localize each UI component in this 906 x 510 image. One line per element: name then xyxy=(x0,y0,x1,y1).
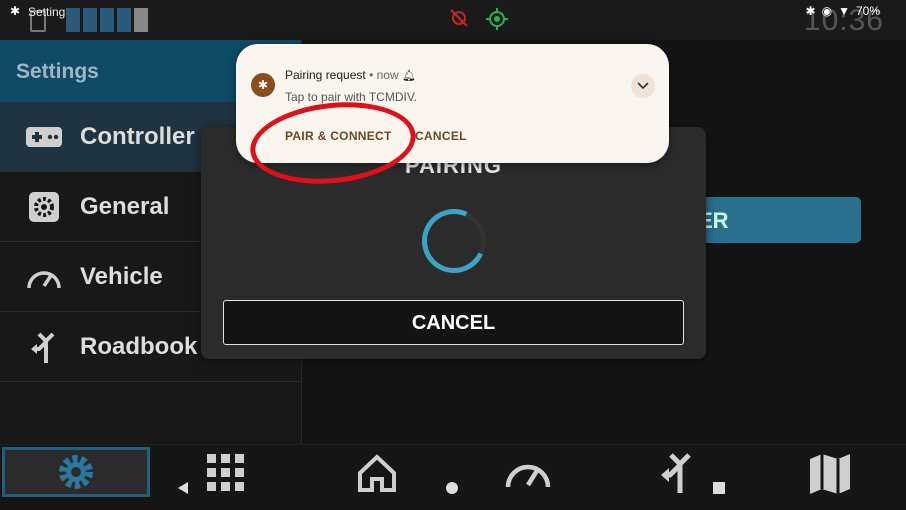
notification-time: • now xyxy=(369,68,399,82)
gear-icon xyxy=(59,455,93,489)
notification-body: Tap to pair with TCMDIV. xyxy=(285,90,418,104)
gear-icon xyxy=(24,190,64,224)
status-icons: ✱ ◉ ▼ 70% xyxy=(806,4,880,18)
notification-title: Pairing request • now 🔔︎ xyxy=(285,68,416,82)
pair-and-connect-button[interactable]: PAIR & CONNECT xyxy=(285,129,392,143)
sidebar-item-label: Vehicle xyxy=(80,262,163,290)
back-triangle-icon[interactable] xyxy=(176,481,190,495)
speedometer-icon[interactable] xyxy=(503,453,553,493)
sidebar-item-label: Controller xyxy=(80,122,195,150)
location-icon: ◉ xyxy=(821,4,833,18)
gamepad-icon xyxy=(24,120,64,154)
gps-off-icon xyxy=(450,9,468,27)
notification-cancel-button[interactable]: CANCEL xyxy=(415,129,467,143)
pairing-notification[interactable]: ✱ Pairing request • now 🔔︎ Tap to pair w… xyxy=(236,44,669,163)
nav-settings-button[interactable] xyxy=(2,447,150,497)
recents-square-icon[interactable] xyxy=(712,481,726,495)
home-dot-icon[interactable] xyxy=(445,481,459,495)
speedometer-icon xyxy=(24,260,64,294)
alert-bell-icon: 🔔︎ xyxy=(401,70,416,82)
bottom-nav xyxy=(0,444,906,510)
sidebar-item-label: Roadbook xyxy=(80,332,198,360)
gps-fix-icon xyxy=(486,8,508,30)
battery-level: 70% xyxy=(855,4,880,18)
pair-controller-button[interactable]: ER xyxy=(690,197,861,243)
dialog-cancel-button[interactable]: CANCEL xyxy=(223,300,684,345)
fork-arrow-icon[interactable] xyxy=(658,449,698,495)
status-app-title: Settings xyxy=(28,5,72,19)
wifi-icon: ▼ xyxy=(838,4,850,18)
status-bar: ✱ Settings 10:36 ✱ ◉ ▼ 70% xyxy=(0,0,906,40)
bluetooth-icon: ✱ xyxy=(10,4,21,18)
bluetooth-icon: ✱ xyxy=(251,73,275,97)
fork-arrow-icon xyxy=(24,330,64,364)
home-icon[interactable] xyxy=(356,453,398,493)
loading-spinner xyxy=(412,199,496,283)
signal-blocks xyxy=(66,8,148,32)
apps-grid-icon[interactable] xyxy=(206,453,246,493)
sidebar-item-label: General xyxy=(80,192,170,220)
bluetooth-icon: ✱ xyxy=(805,4,816,18)
notification-title-text: Pairing request xyxy=(285,68,366,82)
expand-chevron-button[interactable] xyxy=(631,74,655,98)
screen: ✱ Settings 10:36 ✱ ◉ ▼ 70% Settings Cont… xyxy=(0,0,906,510)
map-icon[interactable] xyxy=(808,451,852,495)
chevron-down-icon xyxy=(637,82,649,90)
